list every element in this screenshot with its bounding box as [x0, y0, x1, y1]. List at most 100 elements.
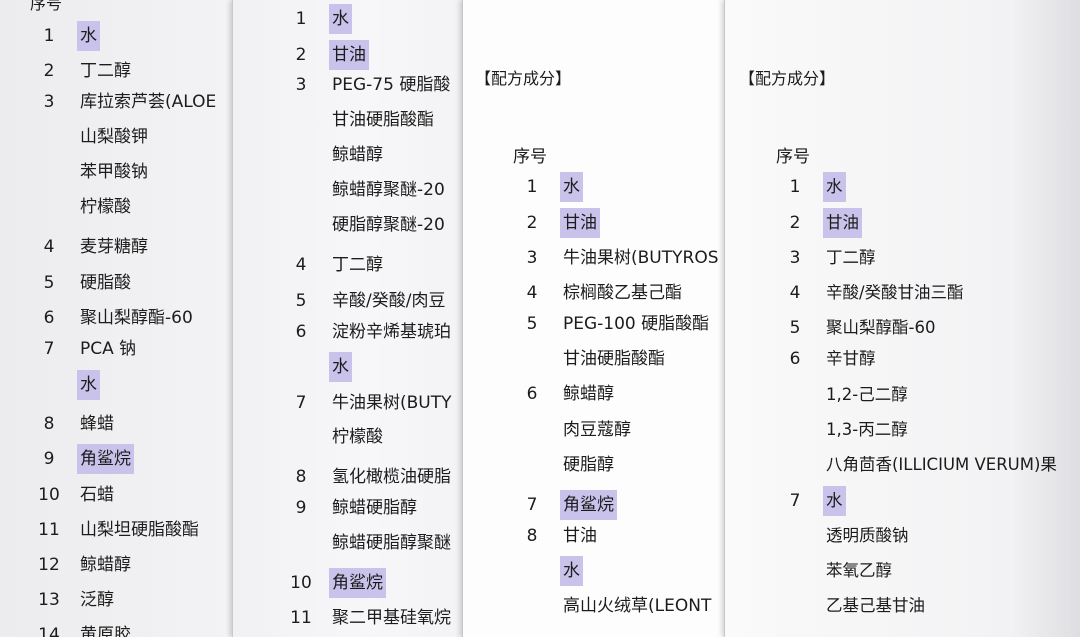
column-header-index: 序号 — [30, 0, 63, 13]
ingredient-row: 1水 — [0, 21, 232, 51]
row-index: 11 — [290, 608, 312, 628]
ingredient-row: 8 甘油 — [463, 521, 725, 551]
ingredient-list-panel-4: 【配方成分】 序号 1 水 2 甘油 3 丁二醇 4 辛酸/癸酸甘油三酯 5 聚山梨醇酯-60 6 辛… — [724, 0, 1080, 637]
row-index: 10 — [290, 573, 312, 593]
row-index: 8 — [526, 526, 538, 546]
ingredient-row: 2 丁二醇 — [0, 56, 232, 86]
highlighted-ingredient-name: 水 — [77, 370, 100, 400]
row-index: 1 — [295, 9, 307, 29]
ingredient-name: 肉豆蔻醇 — [563, 420, 631, 440]
ingredient-row: 水 — [0, 370, 232, 400]
ingredient-row: 7水 — [725, 486, 1080, 516]
row-index: 3 — [43, 92, 55, 112]
ingredient-name: 棕榈酸乙基己酯 — [563, 283, 682, 303]
ingredient-row: 10 石蜡 — [0, 480, 232, 510]
row-index: 3 — [789, 248, 801, 268]
ingredient-row: 7 角鲨烷 — [463, 490, 725, 520]
highlighted-ingredient-name: 角鲨烷 — [329, 568, 386, 598]
ingredient-list-panel-1: 序号 1 水 2 丁二醇 3 库拉索芦荟(ALOE 山梨酸钾 苯甲酸钠 柠檬酸 4 麦芽糖醇 5 硬脂酸… — [0, 0, 232, 637]
ingredient-name: 石蜡 — [80, 485, 114, 505]
ingredient-row: 5 硬脂酸 — [0, 268, 232, 298]
ingredient-name: 黄原胶 — [80, 625, 131, 637]
highlighted-ingredient-name: 甘油 — [329, 40, 369, 70]
ingredient-name: 柠檬酸 — [332, 427, 383, 447]
ingredient-row: 苯氧乙醇 — [725, 556, 1080, 586]
row-index: 8 — [43, 414, 55, 434]
row-index: 6 — [295, 322, 307, 342]
ingredient-row: 3 库拉索芦荟(ALOE — [0, 87, 232, 117]
row-index: 4 — [789, 283, 801, 303]
ingredient-name: 鲸蜡醇 — [80, 555, 131, 575]
ingredient-row: 乙基己基甘油 — [725, 591, 1080, 621]
ingredient-row: 高山火绒草(LEONT — [463, 591, 725, 621]
ingredient-row: 3 牛油果树(BUTYROS — [463, 243, 725, 273]
ingredient-name: 甘油硬脂酸酯 — [332, 110, 434, 130]
ingredient-name: 鲸蜡硬脂醇 — [332, 498, 417, 518]
ingredient-name: 辛酸/癸酸甘油三酯 — [826, 283, 964, 302]
highlighted-ingredient-name: 水 — [77, 21, 100, 51]
ingredient-row: 鲸蜡醇聚醚-20 — [233, 175, 463, 205]
row-index: 14 — [38, 625, 60, 637]
ingredient-row: 硬脂醇 — [463, 450, 725, 480]
ingredient-row: 4 棕榈酸乙基己酯 — [463, 278, 725, 308]
ingredient-name: 淀粉辛烯基琥珀 — [332, 322, 451, 342]
ingredient-name: 甘油 — [563, 526, 597, 546]
ingredient-row: 甘油硬脂酸酯 — [233, 105, 463, 135]
ingredient-name: 辛酸/癸酸/肉豆 — [332, 291, 446, 311]
ingredient-row: 6 聚山梨醇酯-60 — [0, 303, 232, 333]
column-header-index: 序号 — [513, 147, 547, 167]
ingredient-row: 柠檬酸 — [0, 192, 232, 222]
ingredient-row: 1,3-丙二醇 — [725, 415, 1080, 445]
ingredient-row: 4 麦芽糖醇 — [0, 232, 232, 262]
ingredient-name: 牛油果树(BUTYROS — [563, 248, 719, 268]
ingredient-name: PEG-75 硬脂酸 — [332, 75, 451, 95]
ingredient-name: 丁二醇 — [826, 248, 876, 267]
ingredient-name: 高山火绒草(LEONT — [563, 596, 712, 616]
ingredient-name: 鲸蜡醇 — [563, 384, 614, 404]
ingredient-row: 12 鲸蜡醇 — [0, 550, 232, 580]
ingredient-name: 甘油硬脂酸酯 — [563, 349, 665, 369]
highlighted-ingredient-name: 甘油 — [823, 208, 862, 238]
row-index: 6 — [789, 349, 801, 369]
row-index: 1 — [43, 26, 55, 46]
ingredient-name: 鲸蜡醇聚醚-20 — [332, 180, 445, 200]
ingredient-row: 1,2-己二醇 — [725, 380, 1080, 410]
row-index: 2 — [526, 213, 538, 233]
section-title: 【配方成分】 — [475, 69, 572, 88]
ingredient-row: 11 山梨坦硬脂酸酯 — [0, 515, 232, 545]
ingredient-row: 14 黄原胶 — [0, 620, 232, 637]
ingredient-name: 聚山梨醇酯-60 — [80, 308, 193, 328]
ingredient-row: 肉豆蔻醇 — [463, 415, 725, 445]
ingredient-row: 鲸蜡硬脂醇聚醚 — [233, 528, 463, 558]
row-index: 3 — [526, 248, 538, 268]
ingredient-name: 硬脂醇 — [563, 455, 614, 475]
ingredient-row: 八角茴香(ILLICIUM VERUM)果 — [725, 450, 1080, 480]
row-index: 7 — [789, 491, 801, 511]
row-index: 1 — [526, 177, 538, 197]
row-index: 4 — [526, 283, 538, 303]
row-index: 11 — [38, 520, 60, 540]
ingredient-row: 7 牛油果树(BUTY — [233, 388, 463, 418]
ingredient-row: 1水 — [233, 4, 463, 34]
ingredient-row: 山梨酸钾 — [0, 122, 232, 152]
ingredient-row: 5 聚山梨醇酯-60 — [725, 313, 1080, 343]
ingredient-name: 1,2-己二醇 — [826, 385, 908, 404]
highlighted-ingredient-name: 水 — [823, 172, 846, 202]
ingredient-row: 1水 — [463, 172, 725, 202]
ingredient-name: 鲸蜡硬脂醇聚醚 — [332, 533, 451, 553]
row-index: 2 — [295, 45, 307, 65]
row-index: 2 — [43, 61, 55, 81]
ingredient-row: 硬脂醇聚醚-20 — [233, 210, 463, 240]
highlighted-ingredient-name: 水 — [823, 486, 846, 516]
row-index: 7 — [526, 495, 538, 515]
ingredient-name: 山梨酸钾 — [80, 127, 148, 147]
row-index: 9 — [43, 449, 55, 469]
section-title: 【配方成分】 — [739, 69, 836, 88]
ingredient-name: 苯氧乙醇 — [826, 561, 892, 580]
row-index: 1 — [789, 177, 801, 197]
highlighted-ingredient-name: 角鲨烷 — [77, 444, 134, 474]
ingredient-row: 2 甘油 — [463, 208, 725, 238]
highlighted-ingredient-name: 甘油 — [560, 208, 600, 238]
ingredient-row: 透明质酸钠 — [725, 521, 1080, 551]
ingredient-row: 5 PEG-100 硬脂酸酯 — [463, 309, 725, 339]
